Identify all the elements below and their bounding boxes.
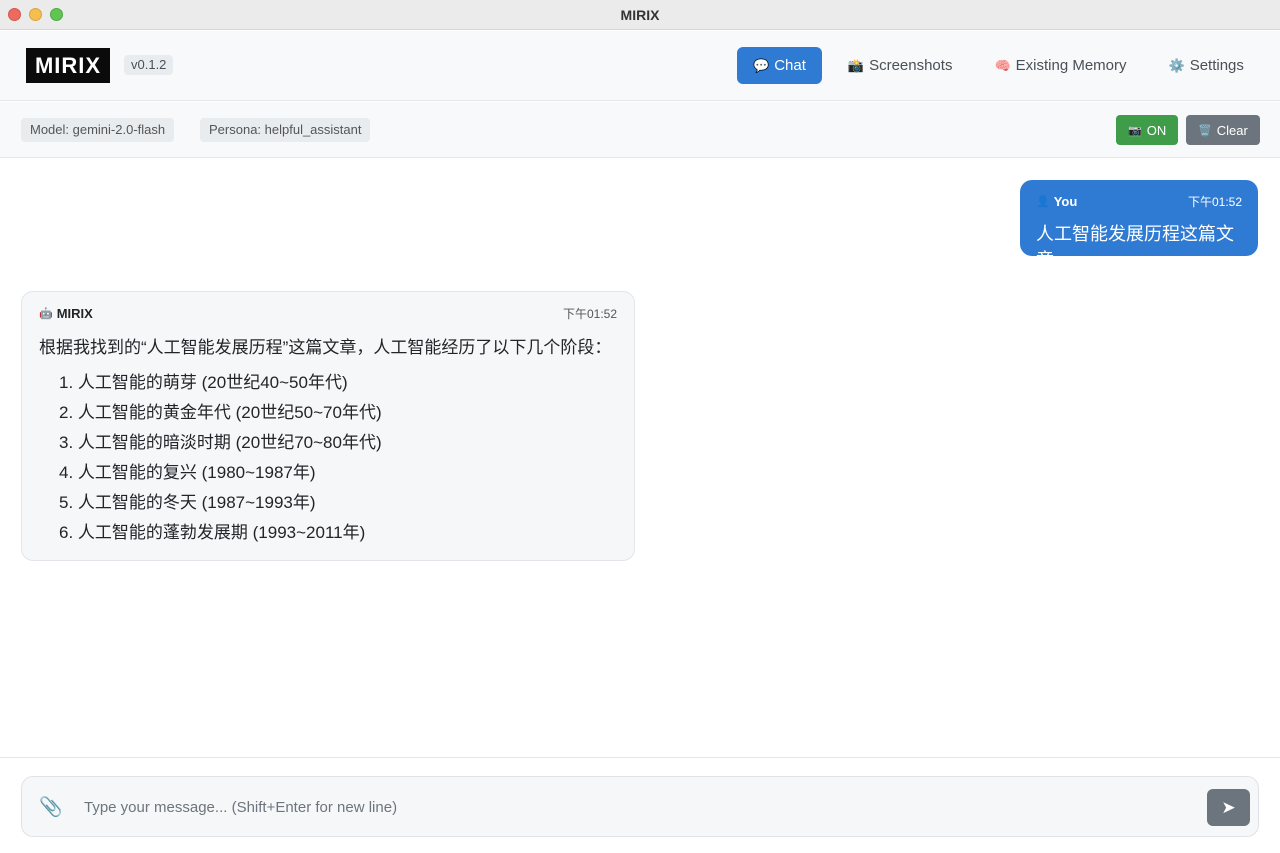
list-item: 6. 人工智能的蓬勃发展期 (1993~2011年) [59, 523, 366, 542]
send-icon: ➤ [1221, 797, 1236, 817]
list-item: 5. 人工智能的冬天 (1987~1993年) [59, 493, 316, 512]
clear-chat-button[interactable]: 🗑️ Clear [1186, 115, 1260, 145]
list-item: 4. 人工智能的复兴 (1980~1987年) [59, 463, 316, 482]
speech-bubble-icon: 💬 [753, 57, 770, 73]
message-input-container: 📎 ➤ [21, 776, 1259, 837]
chat-message-area[interactable]: 👤 You 下午01:52 人工智能发展历程这篇文章 🤖 MIRIX 下午01:… [0, 159, 1280, 756]
tab-chat-label: Chat [774, 57, 806, 74]
message-sender: 👤 You [1036, 194, 1077, 209]
message-input[interactable] [84, 790, 1194, 824]
message-header: 🤖 MIRIX 下午01:52 [39, 305, 617, 322]
tab-screenshots-label: Screenshots [869, 57, 953, 74]
message-timestamp: 下午01:52 [1187, 195, 1242, 209]
message-composer: 📎 ➤ [0, 757, 1280, 853]
send-button[interactable]: ➤ [1207, 789, 1250, 826]
tab-chat[interactable]: 💬 Chat [737, 47, 822, 84]
stage-list: 1. 人工智能的萌芽 (20世纪40~50年代) 2. 人工智能的黄金年代 (2… [39, 368, 617, 548]
tab-existing-memory[interactable]: 🧠 Existing Memory [978, 47, 1142, 84]
window-titlebar: MIRIX [0, 0, 1280, 30]
assistant-message-bubble: 🤖 MIRIX 下午01:52 根据我找到的“人工智能发展历程”这篇文章，人工智… [21, 291, 635, 561]
message-text: 根据我找到的“人工智能发展历程”这篇文章，人工智能经历了以下几个阶段： [39, 338, 612, 357]
message-header: 👤 You 下午01:52 [1036, 193, 1242, 210]
persona-badge: Persona: helpful_assistant [200, 118, 371, 142]
list-item: 2. 人工智能的黄金年代 (20世纪50~70年代) [59, 403, 382, 422]
tab-screenshots[interactable]: 📸 Screenshots [832, 47, 969, 84]
tab-settings-label: Settings [1189, 57, 1244, 74]
clear-chat-label: Clear [1216, 122, 1248, 138]
tab-existing-memory-label: Existing Memory [1015, 57, 1127, 74]
sender-name: MIRIX [56, 306, 93, 321]
message-sender: 🤖 MIRIX [39, 306, 93, 321]
screenshot-toggle-button[interactable]: 📷 ON [1116, 115, 1179, 145]
main-nav: 💬 Chat 📸 Screenshots 🧠 Existing Memory ⚙… [737, 47, 1260, 84]
message-text: 人工智能发展历程这篇文章 [1036, 224, 1234, 270]
list-item: 3. 人工智能的暗淡时期 (20世纪70~80年代) [59, 433, 382, 452]
version-badge: v0.1.2 [124, 55, 174, 75]
app-header: MIRIX v0.1.2 💬 Chat 📸 Screenshots 🧠 Exis… [0, 31, 1280, 101]
user-message-bubble: 👤 You 下午01:52 人工智能发展历程这篇文章 [1020, 180, 1258, 270]
camera-icon: 📷 [1128, 124, 1142, 137]
brain-icon: 🧠 [994, 57, 1011, 73]
trash-icon: 🗑️ [1198, 124, 1212, 137]
paperclip-icon[interactable]: 📎 [39, 795, 63, 819]
window-title: MIRIX [620, 7, 660, 23]
model-badge: Model: gemini-2.0-flash [21, 118, 175, 142]
session-info-bar: Model: gemini-2.0-flash Persona: helpful… [0, 102, 1280, 158]
sender-name: You [1053, 194, 1078, 209]
gear-icon: ⚙️ [1168, 57, 1185, 73]
app-logo: MIRIX [26, 48, 110, 83]
camera-icon: 📸 [847, 57, 865, 73]
list-item: 1. 人工智能的萌芽 (20世纪40~50年代) [59, 373, 348, 392]
tab-settings[interactable]: ⚙️ Settings [1153, 47, 1260, 84]
user-icon: 👤 [1036, 196, 1050, 208]
screenshot-toggle-label: ON [1146, 122, 1167, 138]
message-timestamp: 下午01:52 [562, 307, 617, 321]
robot-icon: 🤖 [39, 308, 53, 320]
